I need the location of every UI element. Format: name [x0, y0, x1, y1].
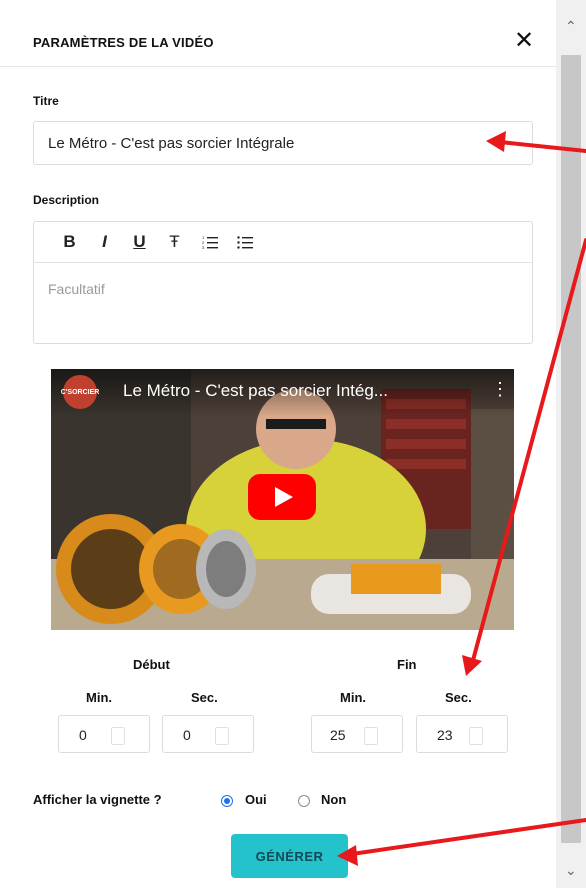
end-min-value: 25: [330, 727, 346, 743]
start-min-label: Min.: [86, 690, 112, 705]
strikethrough-button[interactable]: Ŧ: [157, 229, 192, 255]
italic-button[interactable]: I: [87, 229, 122, 255]
panel-header: PARAMÈTRES DE LA VIDÉO ✕: [0, 8, 556, 67]
radio-oui-label[interactable]: Oui: [245, 792, 267, 807]
start-sec-value: 0: [183, 727, 191, 743]
video-preview[interactable]: C'SORCIER Le Métro - C'est pas sorcier I…: [51, 369, 514, 630]
spinner-icon[interactable]: [364, 727, 378, 745]
bullet-list-button[interactable]: [227, 229, 262, 255]
end-sec-label: Sec.: [445, 690, 472, 705]
thumbnail-option-label: Afficher la vignette ?: [33, 792, 162, 807]
spinner-icon[interactable]: [469, 727, 483, 745]
channel-logo: C'SORCIER: [61, 375, 99, 409]
start-sec-input[interactable]: 0: [162, 715, 254, 753]
close-button[interactable]: ✕: [512, 29, 536, 54]
radio-non[interactable]: [298, 795, 310, 807]
description-textarea[interactable]: Facultatif: [34, 263, 532, 315]
end-min-label: Min.: [340, 690, 366, 705]
chevron-up-icon[interactable]: ⌃: [565, 18, 577, 35]
title-input[interactable]: [33, 121, 533, 165]
end-label: Fin: [397, 657, 417, 672]
scrollbar[interactable]: ⌃ ⌄: [556, 0, 586, 888]
video-menu-icon[interactable]: ⋮: [491, 379, 509, 400]
start-label: Début: [133, 657, 170, 672]
underline-button[interactable]: U: [122, 229, 157, 255]
end-sec-value: 23: [437, 727, 453, 743]
panel-title: PARAMÈTRES DE LA VIDÉO: [33, 35, 214, 50]
bold-button[interactable]: B: [52, 229, 87, 255]
scrollbar-thumb[interactable]: [561, 55, 581, 843]
description-label: Description: [33, 193, 100, 207]
generate-button[interactable]: GÉNÉRER: [231, 834, 348, 878]
editor-toolbar: B I U Ŧ 1 2 3: [34, 222, 532, 263]
end-sec-input[interactable]: 23: [416, 715, 508, 753]
svg-text:3: 3: [202, 245, 205, 249]
ordered-list-button[interactable]: 1 2 3: [192, 229, 227, 255]
radio-oui[interactable]: [221, 795, 233, 807]
start-sec-label: Sec.: [191, 690, 218, 705]
start-min-value: 0: [79, 727, 87, 743]
video-settings-panel: PARAMÈTRES DE LA VIDÉO ✕ Titre Descripti…: [0, 0, 556, 888]
title-label: Titre: [33, 94, 59, 108]
end-min-input[interactable]: 25: [311, 715, 403, 753]
video-title[interactable]: Le Métro - C'est pas sorcier Intég...: [123, 381, 388, 401]
radio-non-label[interactable]: Non: [321, 792, 346, 807]
bullet-list-icon: [236, 236, 253, 249]
play-icon[interactable]: [248, 474, 316, 520]
spinner-icon[interactable]: [215, 727, 229, 745]
ordered-list-icon: 1 2 3: [202, 235, 218, 249]
spinner-icon[interactable]: [111, 727, 125, 745]
chevron-down-icon[interactable]: ⌄: [565, 862, 577, 879]
start-min-input[interactable]: 0: [58, 715, 150, 753]
description-editor: B I U Ŧ 1 2 3 Facultatif: [33, 221, 533, 344]
